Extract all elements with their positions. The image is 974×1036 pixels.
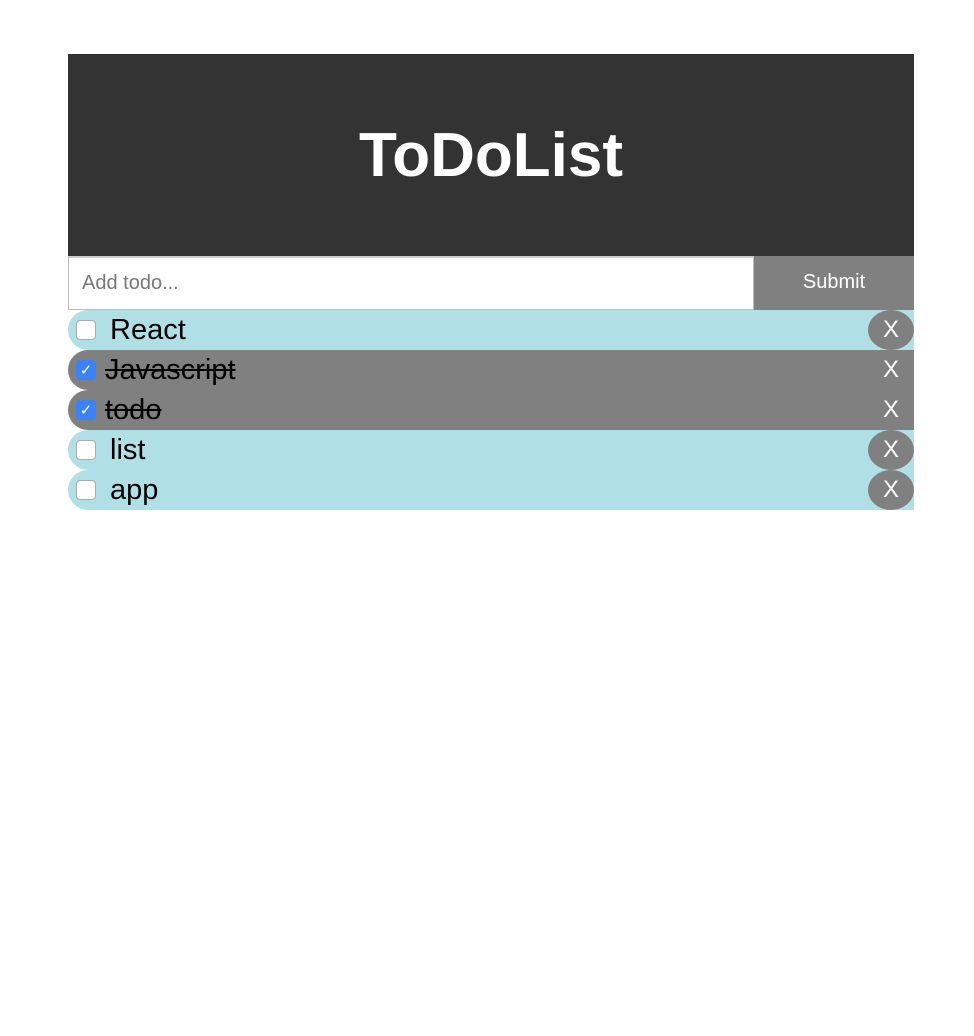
add-todo-input[interactable]: [68, 256, 754, 310]
todo-title: Javascript: [105, 353, 236, 386]
todo-app: ToDoList Submit React X✓ Javascript X✓ t…: [68, 54, 914, 510]
submit-button[interactable]: Submit: [754, 256, 914, 310]
delete-button[interactable]: X: [868, 470, 914, 510]
todo-checkbox[interactable]: [76, 440, 96, 460]
add-todo-form: Submit: [68, 256, 914, 310]
todo-item: ✓ todo X: [68, 390, 914, 430]
todo-checkbox[interactable]: [76, 320, 96, 340]
todo-title: list: [110, 433, 146, 466]
delete-button[interactable]: X: [868, 350, 914, 390]
todo-item: app X: [68, 470, 914, 510]
header: ToDoList: [68, 54, 914, 256]
delete-button[interactable]: X: [868, 390, 914, 430]
delete-button[interactable]: X: [868, 310, 914, 350]
todo-checkbox[interactable]: ✓: [76, 400, 96, 420]
todo-item: ✓ Javascript X: [68, 350, 914, 390]
todo-checkbox[interactable]: ✓: [76, 360, 96, 380]
todo-list: React X ✓ Javascript X ✓ todo X list X app…: [68, 310, 914, 510]
todo-title: todo: [105, 393, 162, 426]
delete-button[interactable]: X: [868, 430, 914, 470]
todo-item: list X: [68, 430, 914, 470]
page-title: ToDoList: [358, 120, 623, 190]
todo-title: React: [110, 313, 186, 346]
todo-checkbox[interactable]: [76, 480, 96, 500]
todo-item: React X: [68, 310, 914, 350]
todo-title: app: [110, 473, 159, 506]
